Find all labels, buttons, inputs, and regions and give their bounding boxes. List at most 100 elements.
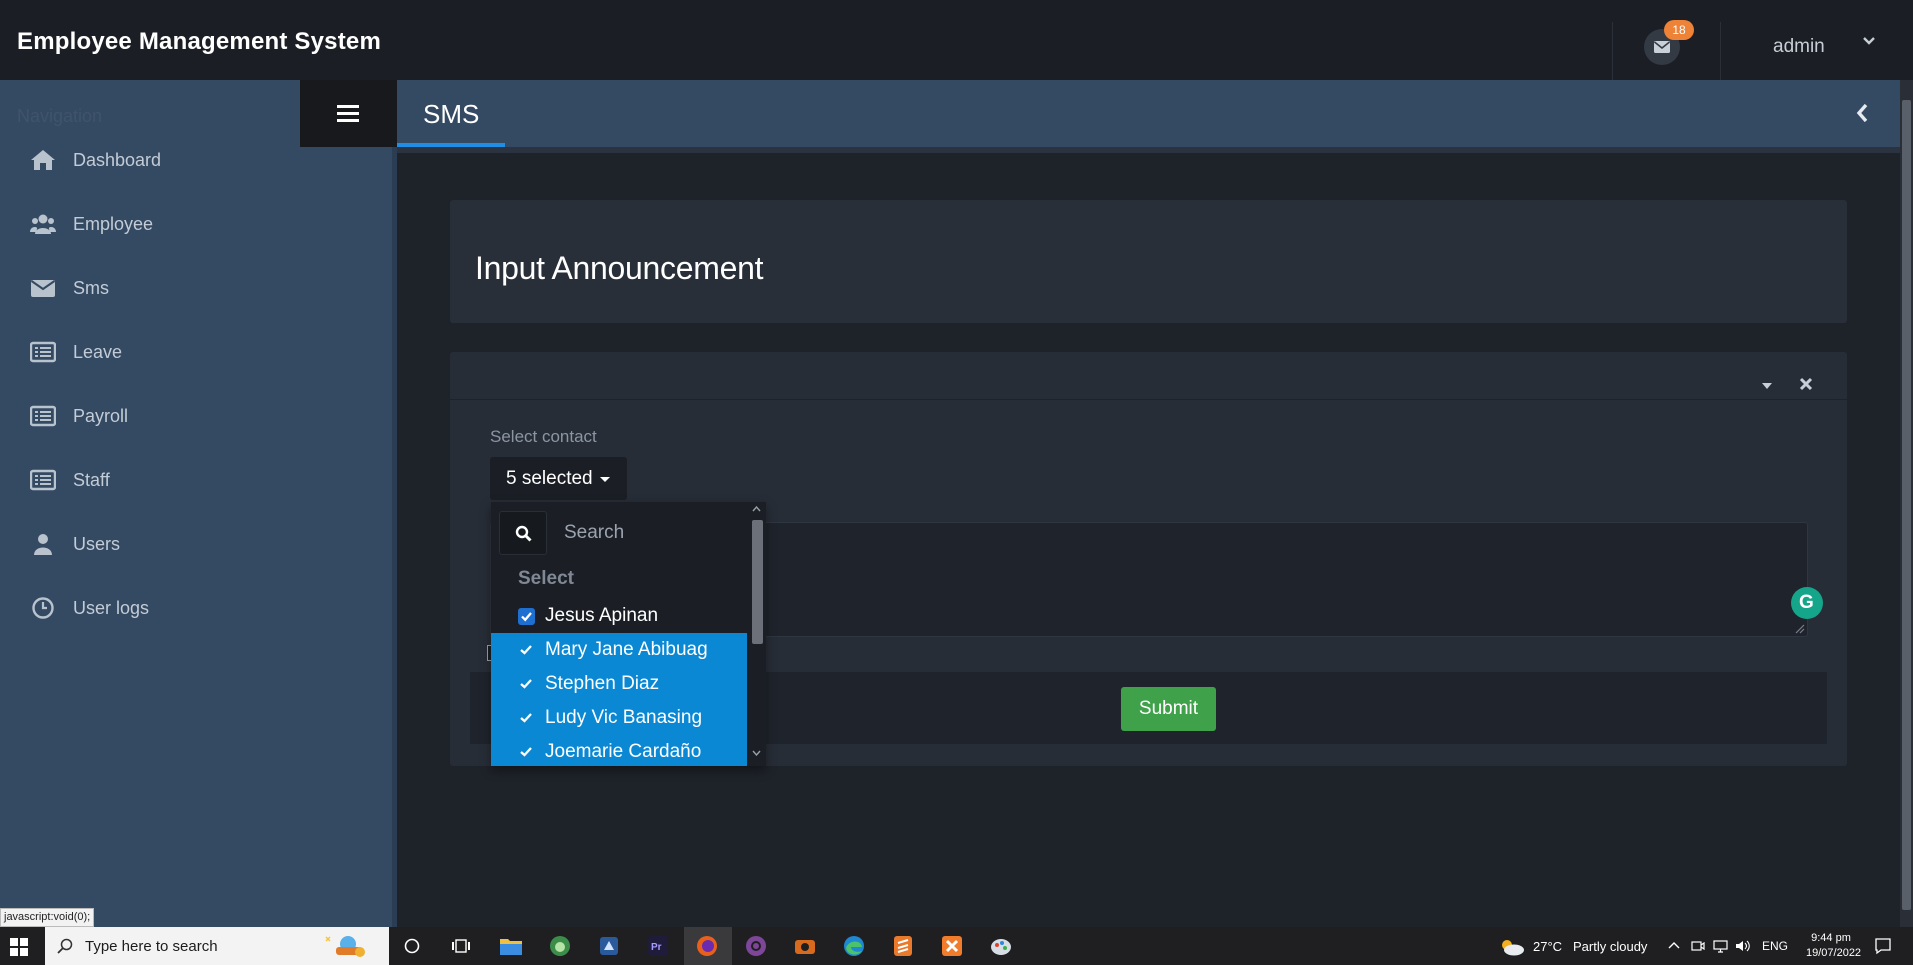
sidebar-item-label: Employee xyxy=(73,214,154,234)
list-icon xyxy=(30,341,56,363)
card-header xyxy=(450,352,1847,400)
sidebar-item-staff[interactable]: Staff xyxy=(0,456,392,504)
sublime-text-icon[interactable] xyxy=(888,932,918,960)
caret-down-icon xyxy=(600,477,610,482)
volume-icon[interactable] xyxy=(1735,939,1751,953)
contact-option-label: Joemarie Cardaño xyxy=(545,741,702,762)
contact-dropdown-menu: Select Jesus Apinan Mary Jane Abibuag St… xyxy=(491,502,766,766)
task-view-icon[interactable] xyxy=(446,932,476,960)
search-icon xyxy=(515,525,532,542)
chevron-down-icon[interactable] xyxy=(1862,36,1876,46)
checkmark-icon xyxy=(520,713,532,723)
camera-app-icon[interactable] xyxy=(790,932,820,960)
sidebar-item-user-logs[interactable]: User logs xyxy=(0,584,392,632)
paint-app-icon[interactable] xyxy=(986,932,1016,960)
header-divider xyxy=(1612,22,1613,80)
contact-option-label: Jesus Apinan xyxy=(545,605,659,626)
cortana-icon[interactable] xyxy=(397,932,427,960)
android-studio-icon[interactable] xyxy=(545,932,575,960)
contact-option[interactable]: Mary Jane Abibuag xyxy=(491,633,747,667)
scroll-up-icon[interactable] xyxy=(752,506,761,512)
meet-now-icon[interactable] xyxy=(1691,939,1705,953)
xampp-icon[interactable] xyxy=(937,932,967,960)
page-title: SMS xyxy=(423,99,480,129)
sidebar-item-label: User logs xyxy=(73,598,150,618)
chevron-up-icon[interactable] xyxy=(1668,941,1680,949)
file-explorer-icon[interactable] xyxy=(496,932,526,960)
list-icon xyxy=(30,469,56,491)
edge-icon[interactable] xyxy=(839,932,869,960)
checkmark-icon xyxy=(520,679,532,689)
contact-option[interactable]: Joemarie Cardaño xyxy=(491,735,747,766)
grammarly-icon[interactable]: G xyxy=(1791,587,1823,619)
clock[interactable]: 9:44 pm 19/07/2022 xyxy=(1806,931,1862,961)
clock-icon xyxy=(32,597,54,619)
home-icon xyxy=(31,150,55,170)
resize-grip-icon[interactable] xyxy=(1793,622,1805,634)
top-header: Employee Management System 18 admin xyxy=(0,0,1913,80)
sidebar-item-leave[interactable]: Leave xyxy=(0,328,392,376)
sidebar-item-label: Staff xyxy=(73,470,110,490)
windows-taskbar: Type here to search Pr 27°C Partly cloud… xyxy=(0,927,1913,965)
contact-option[interactable]: Ludy Vic Banasing xyxy=(491,701,747,735)
windows-start-icon[interactable] xyxy=(10,938,28,956)
submit-button[interactable]: Submit xyxy=(1121,687,1216,731)
dropdown-scrollbar[interactable] xyxy=(747,502,766,766)
user-menu-name[interactable]: admin xyxy=(1773,36,1825,58)
page-scrollbar[interactable] xyxy=(1900,80,1913,927)
menu-toggle-button[interactable] xyxy=(300,80,397,147)
language-indicator[interactable]: ENG xyxy=(1762,939,1788,953)
premiere-pro-icon[interactable]: Pr xyxy=(643,932,673,960)
app-title: Employee Management System xyxy=(17,28,381,55)
status-url: javascript:void(0); xyxy=(0,908,95,927)
tor-browser-icon[interactable] xyxy=(741,932,771,960)
search-addon xyxy=(499,511,547,555)
contact-option[interactable]: Stephen Diaz xyxy=(491,667,747,701)
announcement-title: Input Announcement xyxy=(475,250,764,286)
checkmark-icon xyxy=(520,645,532,655)
weather-description[interactable]: Partly cloudy xyxy=(1573,939,1647,954)
dropdown-search-input[interactable] xyxy=(547,511,747,555)
list-icon xyxy=(30,405,56,427)
envelope-icon xyxy=(1654,41,1670,53)
select-contact-label: Select contact xyxy=(490,427,597,446)
contact-option-label: Ludy Vic Banasing xyxy=(545,707,703,728)
search-icon xyxy=(57,938,73,954)
sidebar-item-label: Sms xyxy=(73,278,109,298)
clock-date: 19/07/2022 xyxy=(1806,947,1862,959)
selected-count: 5 selected xyxy=(506,468,593,489)
users-icon xyxy=(30,214,56,234)
user-icon xyxy=(34,534,52,555)
network-icon[interactable] xyxy=(1713,939,1728,953)
sidebar-item-users[interactable]: Users xyxy=(0,520,392,568)
contact-option-label: Mary Jane Abibuag xyxy=(545,639,708,660)
notification-center-icon[interactable] xyxy=(1874,937,1892,955)
sidebar-item-label: Payroll xyxy=(73,406,129,426)
firefox-icon[interactable] xyxy=(692,932,722,960)
sidebar-item-label: Leave xyxy=(73,342,123,362)
mail-count-badge: 18 xyxy=(1664,20,1694,40)
contact-option[interactable]: Jesus Apinan xyxy=(491,599,747,633)
close-icon[interactable] xyxy=(1799,377,1813,391)
checkbox-checked-icon xyxy=(518,608,535,625)
hamburger-icon xyxy=(337,105,359,122)
sidebar-item-employee[interactable]: Employee xyxy=(0,200,392,248)
app-icon[interactable] xyxy=(594,932,624,960)
sidebar: Navigation Dashboard Employee Sms Leave … xyxy=(0,80,392,927)
chevron-left-icon[interactable] xyxy=(1855,102,1869,124)
header-divider xyxy=(1720,22,1721,80)
search-highlight-icon xyxy=(325,936,365,957)
contact-multiselect[interactable]: 5 selected xyxy=(490,457,627,500)
envelope-icon xyxy=(30,280,56,297)
scroll-down-icon[interactable] xyxy=(752,750,761,756)
sidebar-heading: Navigation xyxy=(17,106,103,126)
sidebar-item-sms[interactable]: Sms xyxy=(0,264,392,312)
contact-option-label: Stephen Diaz xyxy=(545,673,660,694)
weather-temperature[interactable]: 27°C xyxy=(1533,939,1562,954)
page-header: SMS xyxy=(397,80,1900,147)
option-group-label: Select xyxy=(518,568,574,589)
clock-time: 9:44 pm xyxy=(1811,932,1851,944)
announcement-header-card: Input Announcement xyxy=(450,200,1847,323)
sidebar-item-payroll[interactable]: Payroll xyxy=(0,392,392,440)
caret-down-icon[interactable] xyxy=(1761,382,1773,390)
